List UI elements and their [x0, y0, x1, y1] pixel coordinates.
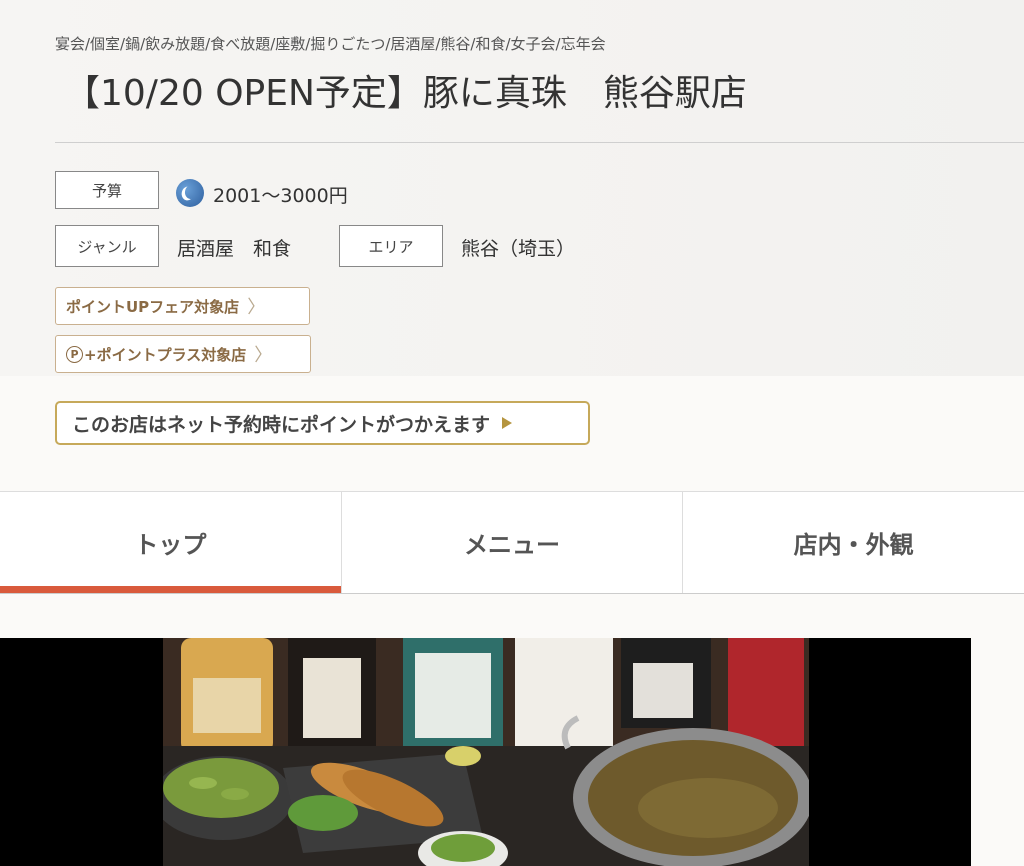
genre-value: 居酒屋 和食 — [177, 238, 292, 260]
main-photo[interactable] — [163, 638, 809, 866]
tab-interior-exterior-label: 店内・外観 — [793, 531, 914, 559]
shop-title: 【10/20 OPEN予定】豚に真珠 熊谷駅店 — [64, 73, 747, 114]
tab-interior-exterior[interactable]: 店内・外観 — [683, 492, 1024, 593]
budget-label: 予算 — [55, 171, 159, 209]
point-plus-icon: P — [66, 345, 83, 363]
area-label: エリア — [339, 225, 443, 267]
point-up-fair-badge[interactable]: ポイントUPフェア対象店 〉 — [55, 287, 310, 325]
food-drinks-photo — [163, 638, 809, 866]
net-reservation-point-button[interactable]: このお店はネット予約時にポイントがつかえます — [55, 401, 590, 445]
tab-top[interactable]: トップ — [0, 492, 342, 593]
genre-label: ジャンル — [55, 225, 159, 267]
main-photo-frame — [0, 638, 971, 866]
moon-dinner-icon — [176, 179, 204, 207]
play-triangle-icon — [502, 417, 513, 429]
net-reservation-point-label: このお店はネット予約時にポイントがつかえます — [72, 413, 491, 436]
shop-tags: 宴会/個室/鍋/飲み放題/食べ放題/座敷/掘りごたつ/居酒屋/熊谷/和食/女子会… — [55, 35, 606, 53]
budget-value: 2001～3000円 — [213, 185, 348, 207]
point-plus-badge[interactable]: P +ポイントプラス対象店 〉 — [55, 335, 311, 373]
area-value: 熊谷（埼玉） — [461, 238, 576, 260]
chevron-right-icon: 〉 — [254, 345, 273, 366]
tab-menu[interactable]: メニュー — [342, 492, 684, 593]
tab-menu-label: メニュー — [464, 531, 560, 559]
chevron-right-icon: 〉 — [247, 297, 266, 318]
point-plus-label: +ポイントプラス対象店 — [84, 345, 247, 364]
divider — [55, 142, 1024, 143]
point-up-fair-label: ポイントUPフェア対象店 — [66, 297, 240, 316]
shop-tabs: トップ メニュー 店内・外観 — [0, 491, 1024, 594]
tab-top-label: トップ — [134, 531, 207, 559]
